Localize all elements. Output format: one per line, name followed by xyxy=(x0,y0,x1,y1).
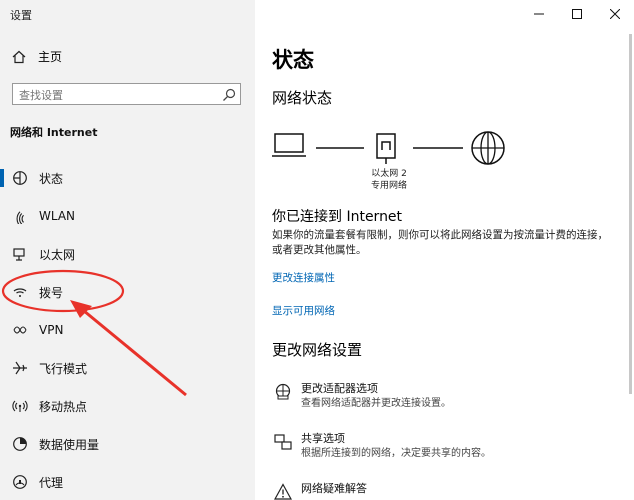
window-controls xyxy=(520,0,634,28)
network-status-heading: 网络状态 xyxy=(272,89,333,107)
sidebar-item-label: WLAN xyxy=(39,209,76,223)
sidebar-item-label: 状态 xyxy=(39,171,64,186)
setting-title: 更改适配器选项 xyxy=(301,382,378,395)
sidebar-item-label: 代理 xyxy=(39,475,64,490)
ethernet-icon xyxy=(11,245,29,263)
sidebar-item-label: 飞行模式 xyxy=(39,361,88,376)
setting-title: 共享选项 xyxy=(301,432,345,445)
search-input[interactable] xyxy=(13,85,213,106)
hotspot-icon xyxy=(11,397,29,415)
vpn-icon xyxy=(11,321,29,339)
proxy-icon xyxy=(11,473,29,491)
sidebar-item-label: VPN xyxy=(39,323,64,337)
data-usage-icon xyxy=(11,435,29,453)
section-title: 网络和 Internet xyxy=(10,126,98,139)
globe-icon xyxy=(471,131,505,165)
adapter-label: 以太网 2 专用网络 xyxy=(357,168,421,192)
page-title: 状态 xyxy=(272,48,314,72)
troubleshoot-icon xyxy=(272,481,294,500)
setting-sharing-options[interactable]: 共享选项 根据所连接到的网络，决定要共享的内容。 xyxy=(272,431,622,461)
change-network-settings-heading: 更改网络设置 xyxy=(272,341,363,359)
setting-description: 查看网络适配器并更改连接设置。 xyxy=(301,398,451,409)
change-connection-properties-link[interactable]: 更改连接属性 xyxy=(272,270,335,285)
dialup-icon xyxy=(11,283,29,301)
sidebar-item-wlan[interactable]: WLAN xyxy=(0,200,255,232)
close-button[interactable] xyxy=(596,0,634,28)
sidebar: 设置 主页 网络和 Internet 状态 WLAN 以太网 xyxy=(0,0,255,500)
search-box[interactable] xyxy=(12,83,241,106)
setting-title: 网络疑难解答 xyxy=(301,482,367,495)
maximize-button[interactable] xyxy=(558,0,596,28)
airplane-icon xyxy=(11,359,29,377)
connection-description: 如果你的流量套餐有限制，则你可以将此网络设置为按流量计费的连接，或者更改其他属性… xyxy=(272,229,608,256)
sidebar-item-hotspot[interactable]: 移动热点 xyxy=(0,390,255,422)
sidebar-item-data-usage[interactable]: 数据使用量 xyxy=(0,428,255,460)
status-icon xyxy=(11,169,29,187)
network-diagram xyxy=(272,131,505,165)
main-content: 状态 网络状态 以太网 2 专用网络 你已连接到 Internet 如果你的流量… xyxy=(255,0,634,500)
scrollbar[interactable] xyxy=(629,34,632,394)
setting-adapter-options[interactable]: 更改适配器选项 查看网络适配器并更改连接设置。 xyxy=(272,381,622,411)
home-icon xyxy=(10,50,28,64)
adapter-name: 以太网 2 xyxy=(371,169,407,179)
adapter-icon xyxy=(272,381,294,403)
sidebar-item-airplane[interactable]: 飞行模式 xyxy=(0,352,255,384)
sidebar-item-dialup[interactable]: 拨号 xyxy=(0,276,255,308)
sidebar-item-proxy[interactable]: 代理 xyxy=(0,466,255,498)
sharing-icon xyxy=(272,431,294,453)
sidebar-item-vpn[interactable]: VPN xyxy=(0,314,255,346)
app-title: 设置 xyxy=(10,9,32,22)
minimize-button[interactable] xyxy=(520,0,558,28)
sidebar-item-label: 拨号 xyxy=(39,285,64,300)
wifi-icon xyxy=(11,207,29,225)
sidebar-item-status[interactable]: 状态 xyxy=(0,162,255,194)
computer-icon xyxy=(272,133,306,157)
ethernet-adapter-icon xyxy=(376,133,396,164)
setting-description: 根据所连接到的网络，决定要共享的内容。 xyxy=(301,448,491,459)
sidebar-item-ethernet[interactable]: 以太网 xyxy=(0,238,255,270)
home-link[interactable]: 主页 xyxy=(10,48,62,65)
sidebar-item-label: 数据使用量 xyxy=(39,437,100,452)
setting-troubleshoot[interactable]: 网络疑难解答 xyxy=(272,481,622,500)
show-available-networks-link[interactable]: 显示可用网络 xyxy=(272,303,335,318)
sidebar-item-label: 移动热点 xyxy=(39,399,88,414)
home-label: 主页 xyxy=(38,50,63,64)
sidebar-item-label: 以太网 xyxy=(39,247,76,262)
connection-title: 你已连接到 Internet xyxy=(272,209,403,225)
network-type: 专用网络 xyxy=(370,181,407,191)
search-icon[interactable] xyxy=(222,87,236,106)
